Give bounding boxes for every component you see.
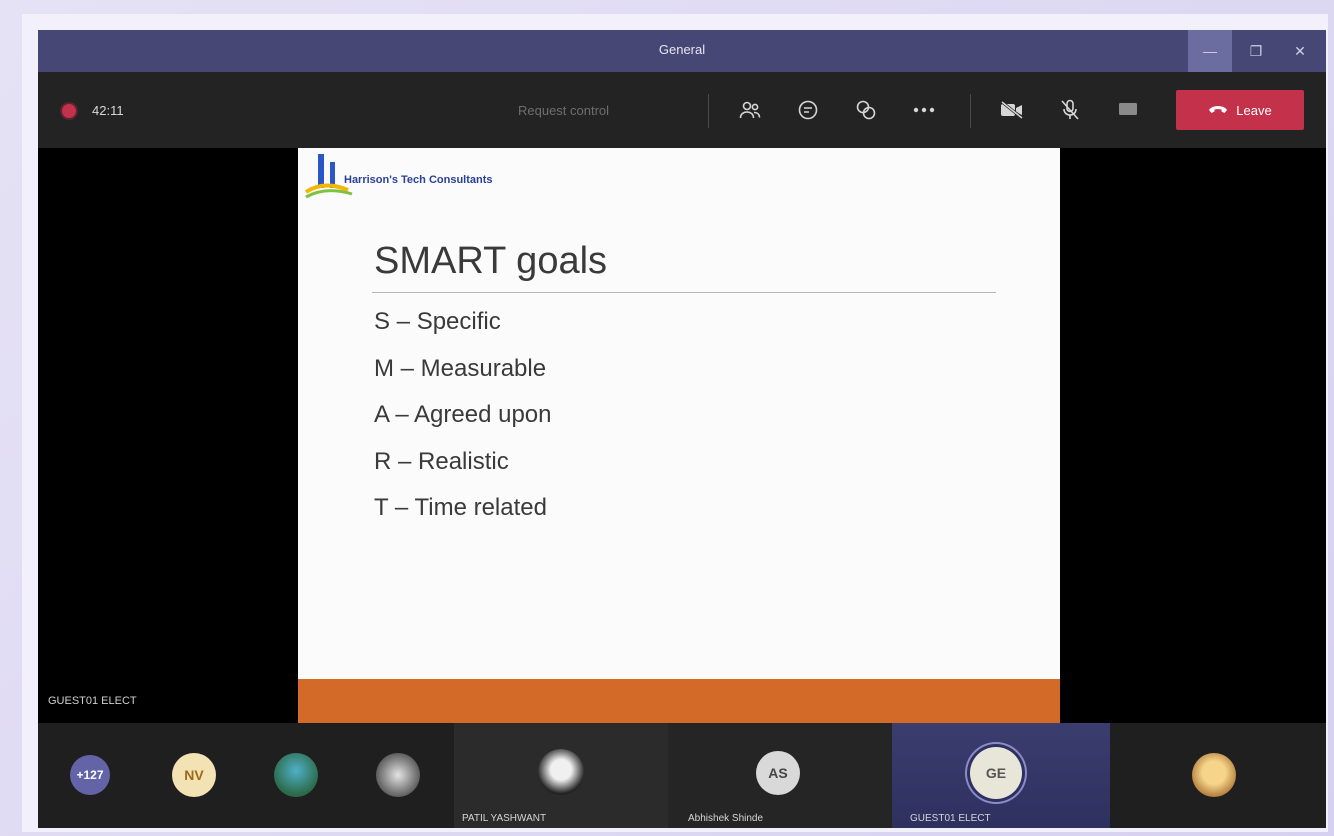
slide-bullet-list: S – Specific M – Measurable A – Agreed u… <box>374 308 552 541</box>
participants-icon[interactable] <box>736 96 764 124</box>
participant-tile-active-speaker[interactable]: GE GUEST01 ELECT <box>892 723 1110 828</box>
meeting-window: General — ❐ ✕ 42:11 Request control Leav… <box>38 30 1326 828</box>
close-button[interactable]: ✕ <box>1278 30 1322 72</box>
participant-avatar-ge: GE <box>970 747 1022 799</box>
participant-tile[interactable]: AS Abhishek Shinde <box>668 723 892 828</box>
chat-icon[interactable] <box>794 96 822 124</box>
window-title: General <box>658 42 706 57</box>
slide-bullet: M – Measurable <box>374 354 547 382</box>
participant-avatar-photo[interactable] <box>1192 753 1236 797</box>
phone-hangup-icon <box>1209 106 1228 113</box>
participant-strip: +127 NV PATIL YASHWANT AS Abhishek Shind… <box>38 723 1326 828</box>
overflow-participants-badge[interactable]: +127 <box>70 755 110 795</box>
reactions-icon[interactable] <box>852 96 880 124</box>
participant-avatar-nv[interactable]: NV <box>172 753 216 797</box>
participant-avatar-photo <box>538 749 584 795</box>
mic-off-icon[interactable] <box>1056 96 1084 124</box>
presenter-name: GUEST01 ELECT <box>48 695 137 707</box>
participant-tile[interactable]: PATIL YASHWANT <box>454 723 668 828</box>
slide-divider <box>372 292 996 293</box>
maximize-button[interactable]: ❐ <box>1234 30 1278 72</box>
slide-title: SMART goals <box>374 240 608 282</box>
slide-bullet: S – Specific <box>374 308 501 335</box>
slide-bullet: R – Realistic <box>374 447 509 475</box>
more-options-icon[interactable] <box>910 96 938 124</box>
leave-button[interactable]: Leave <box>1176 90 1304 130</box>
participant-name: Abhishek Shinde <box>688 813 764 824</box>
slide-bullet: T – Time related <box>374 494 547 521</box>
title-bar: General — ❐ ✕ <box>38 30 1326 72</box>
camera-off-icon[interactable] <box>998 96 1026 124</box>
minimize-button[interactable]: — <box>1188 30 1232 72</box>
slide-footer-band <box>298 679 1060 723</box>
leave-label: Leave <box>1236 102 1272 118</box>
request-control-button[interactable]: Request control <box>518 103 609 118</box>
participant-avatar-photo[interactable] <box>376 753 420 797</box>
participant-name: GUEST01 ELECT <box>910 813 991 824</box>
toolbar-divider <box>970 94 971 128</box>
content-stage: Harrison's Tech Consultants SMART goals … <box>38 148 1326 723</box>
participant-avatar-as: AS <box>756 751 800 795</box>
meeting-toolbar: 42:11 Request control Leave <box>38 72 1326 148</box>
shared-slide: Harrison's Tech Consultants SMART goals … <box>298 148 1060 723</box>
meeting-timer: 42:11 <box>92 103 124 118</box>
recording-icon <box>62 104 76 118</box>
slide-company-name: Harrison's Tech Consultants <box>344 174 493 186</box>
toolbar-divider <box>708 94 709 128</box>
share-screen-icon[interactable] <box>1114 96 1142 124</box>
slide-bullet: A – Agreed upon <box>374 401 552 428</box>
participant-avatar-photo[interactable] <box>274 753 318 797</box>
participant-name: PATIL YASHWANT <box>462 813 547 824</box>
